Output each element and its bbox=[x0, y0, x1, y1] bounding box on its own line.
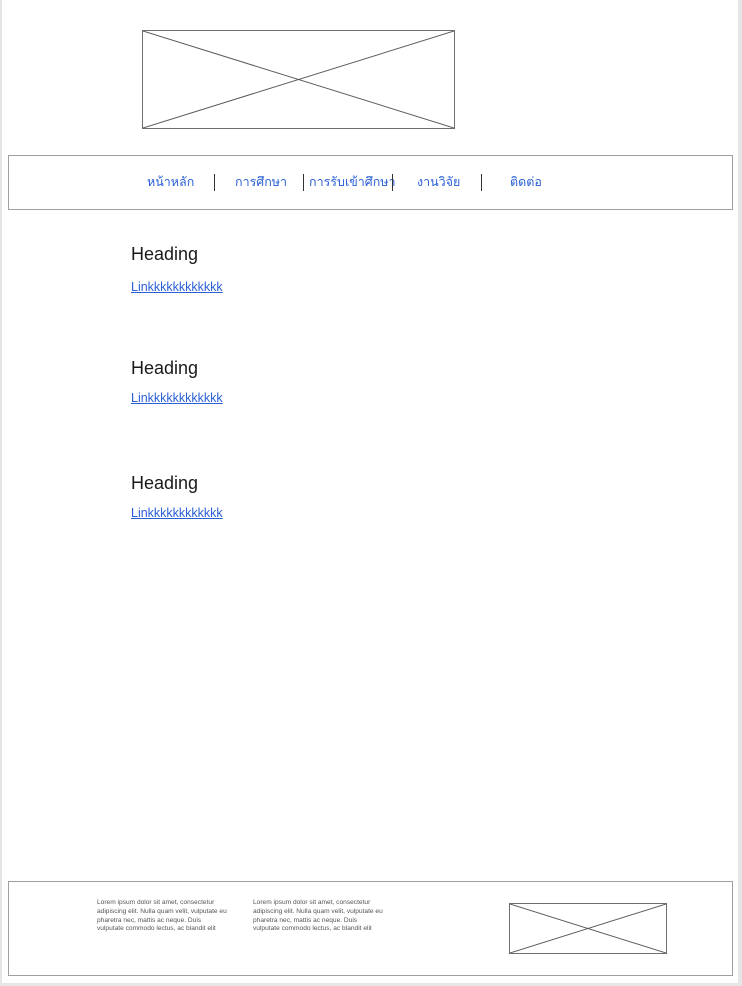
nav-separator bbox=[214, 174, 215, 191]
section-link[interactable]: Linkkkkkkkkkkkk bbox=[131, 390, 223, 406]
section-heading: Heading bbox=[131, 244, 199, 264]
nav-separator bbox=[481, 174, 482, 191]
footer-text-block: Lorem ipsum dolor sit amet, consectetur … bbox=[253, 899, 383, 933]
nav-separator bbox=[303, 174, 304, 191]
page: หน้าหลัก การศึกษา การรับเข้าศึกษา งานวิจ… bbox=[2, 0, 738, 983]
nav-item-education[interactable]: การศึกษา bbox=[235, 174, 287, 190]
logo-image-placeholder-icon bbox=[142, 30, 455, 129]
nav-item-contact[interactable]: ติดต่อ bbox=[510, 174, 542, 190]
footer: Lorem ipsum dolor sit amet, consectetur … bbox=[8, 881, 733, 976]
section-link[interactable]: Linkkkkkkkkkkkk bbox=[131, 505, 223, 521]
nav-item-admissions[interactable]: การรับเข้าศึกษา bbox=[309, 174, 396, 190]
section-heading: Heading bbox=[131, 358, 199, 378]
section-heading: Heading bbox=[131, 473, 199, 493]
nav-item-home[interactable]: หน้าหลัก bbox=[147, 174, 194, 190]
footer-image-placeholder-icon bbox=[509, 903, 667, 954]
footer-text-block: Lorem ipsum dolor sit amet, consectetur … bbox=[97, 899, 227, 933]
main-navigation: หน้าหลัก การศึกษา การรับเข้าศึกษา งานวิจ… bbox=[8, 155, 733, 210]
section-link[interactable]: Linkkkkkkkkkkkk bbox=[131, 279, 223, 295]
nav-separator bbox=[392, 174, 393, 191]
nav-item-research[interactable]: งานวิจัย bbox=[417, 174, 460, 190]
